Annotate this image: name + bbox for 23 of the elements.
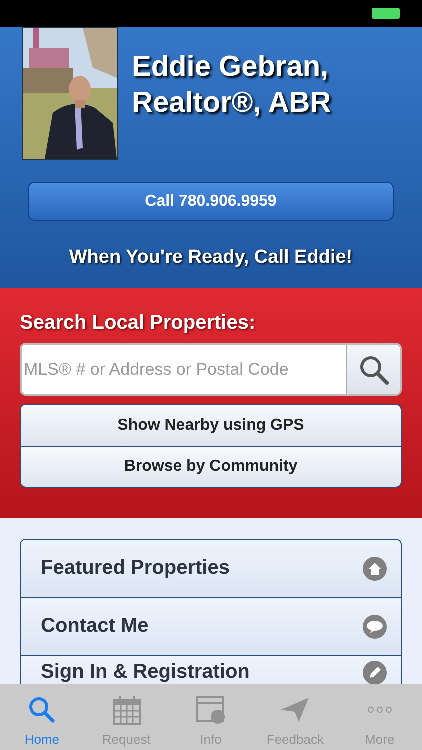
search-option-button[interactable]: Browse by Community [21,446,401,487]
menu-item[interactable]: Sign In & Registration [21,655,401,684]
search-title: Search Local Properties: [20,312,257,335]
call-button[interactable]: Call 780.906.9959 [28,182,394,221]
battery-icon [372,8,400,19]
agent-name: Eddie Gebran, Realtor®, ABR [132,50,332,121]
calendar-icon [110,694,143,726]
search-button[interactable] [346,345,400,394]
menu-label: Contact Me [41,615,149,638]
more-icon [366,706,393,714]
speech-bubble-icon [363,614,387,638]
menu-label: Sign In & Registration [41,661,250,684]
tab[interactable]: Home [0,684,84,750]
house-icon [363,556,387,580]
search-field[interactable]: MLS® # or Address or Postal Code [20,343,402,396]
search-icon [358,354,390,386]
menu-item[interactable]: Contact Me [21,597,401,655]
menu-item[interactable]: Featured Properties [21,540,401,597]
pencil-icon [363,661,387,684]
menu-label: Featured Properties [41,557,230,580]
tagline: When You're Ready, Call Eddie! [68,247,354,269]
search-option-button[interactable]: Show Nearby using GPS [21,405,401,446]
browser-globe-icon [195,694,228,726]
